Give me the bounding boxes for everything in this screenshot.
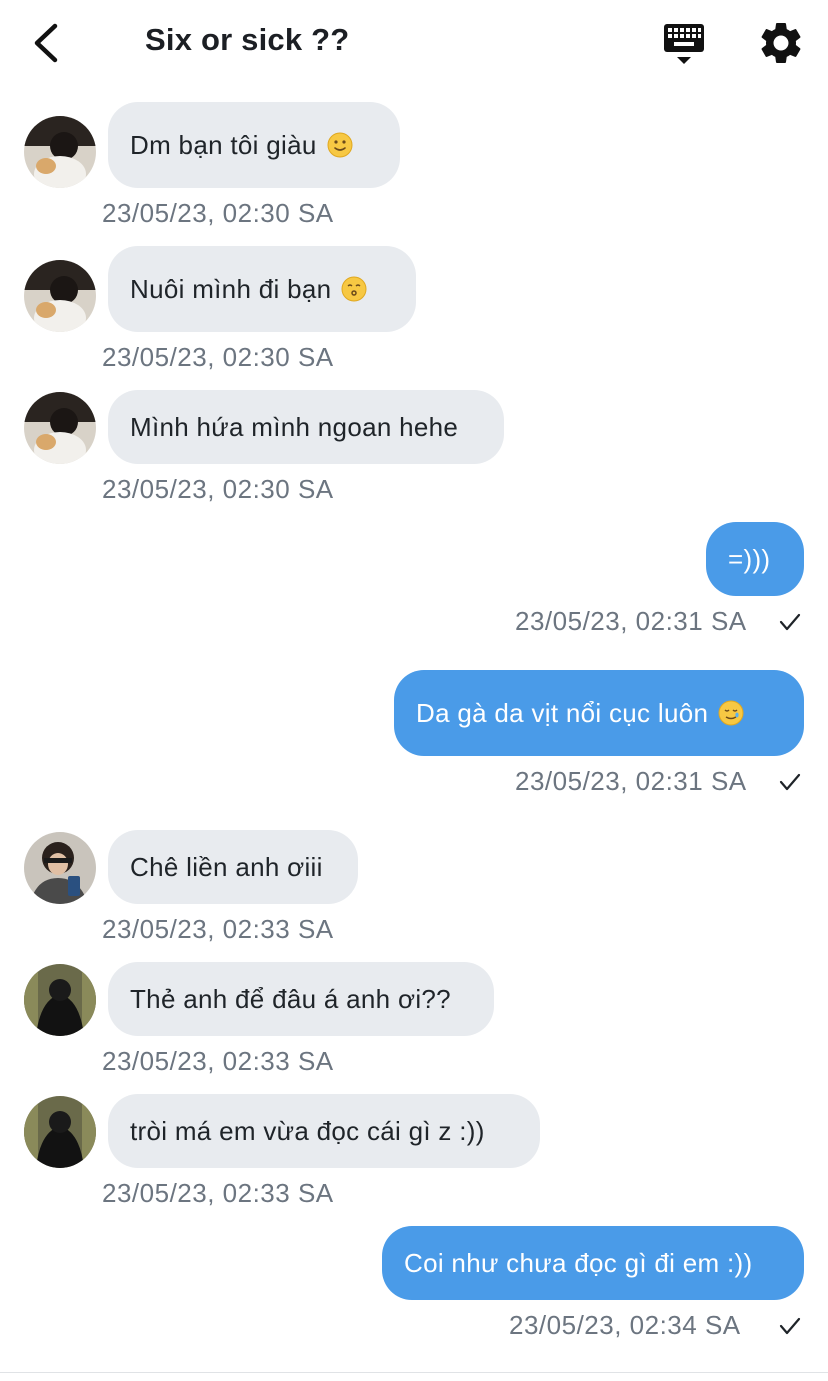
message-bubble[interactable]: =))) xyxy=(706,522,804,596)
message-timestamp: 23/05/23, 02:33 SA xyxy=(102,1046,334,1076)
message-timestamp: 23/05/23, 02:30 SA xyxy=(102,342,334,372)
message-timestamp: 23/05/23, 02:30 SA xyxy=(102,198,334,228)
message-timestamp: 23/05/23, 02:34 SA xyxy=(509,1310,741,1340)
message-text: Dm bạn tôi giàu xyxy=(130,129,317,160)
avatar[interactable] xyxy=(24,964,96,1036)
message-timestamp: 23/05/23, 02:31 SA xyxy=(515,606,747,636)
message-text: Chê liền anh ơiii xyxy=(130,851,323,882)
kissing-face-icon xyxy=(341,276,367,302)
avatar[interactable] xyxy=(24,392,96,464)
message-bubble[interactable]: Thẻ anh để đâu á anh ơi?? xyxy=(108,962,494,1036)
message-text: Nuôi mình đi bạn xyxy=(130,273,332,304)
message-bubble[interactable]: Coi như chưa đọc gì đi em :)) xyxy=(382,1226,804,1300)
settings-button[interactable] xyxy=(756,18,806,68)
chat-title: Six or sick ?? xyxy=(145,22,350,57)
message-text: Thẻ anh để đâu á anh ơi?? xyxy=(130,983,451,1014)
message-bubble[interactable]: tròi má em vừa đọc cái gì z :)) xyxy=(108,1094,540,1168)
message-text: =))) xyxy=(728,543,771,574)
divider xyxy=(0,1372,828,1373)
message-timestamp: 23/05/23, 02:30 SA xyxy=(102,474,334,504)
avatar[interactable] xyxy=(24,260,96,332)
message-bubble[interactable]: Mình hứa mình ngoan hehe xyxy=(108,390,504,464)
keyboard-icon xyxy=(664,24,704,64)
keyboard-button[interactable] xyxy=(658,20,712,68)
avatar[interactable] xyxy=(24,832,96,904)
message-timestamp: 23/05/23, 02:33 SA xyxy=(102,914,334,944)
message-bubble[interactable]: Nuôi mình đi bạn xyxy=(108,246,416,332)
message-bubble[interactable]: Chê liền anh ơiii xyxy=(108,830,358,904)
avatar[interactable] xyxy=(24,1096,96,1168)
message-timestamp: 23/05/23, 02:33 SA xyxy=(102,1178,334,1208)
chat-header: Six or sick ?? xyxy=(0,0,828,88)
message-text: tròi má em vừa đọc cái gì z :)) xyxy=(130,1115,485,1146)
back-button[interactable] xyxy=(22,18,70,68)
message-text: Mình hứa mình ngoan hehe xyxy=(130,411,459,442)
avatar[interactable] xyxy=(24,116,96,188)
message-text: Coi như chưa đọc gì đi em :)) xyxy=(404,1247,753,1278)
message-timestamp: 23/05/23, 02:31 SA xyxy=(515,766,747,796)
message-bubble[interactable]: Dm bạn tôi giàu xyxy=(108,102,400,188)
sent-check-icon xyxy=(779,773,801,791)
smiling-face-with-tear-icon xyxy=(718,700,744,726)
slightly-smiling-face-icon xyxy=(327,132,353,158)
back-arrow-icon xyxy=(34,23,58,63)
message-text: Da gà da vịt nổi cục luôn xyxy=(416,697,709,728)
message-bubble[interactable]: Da gà da vịt nổi cục luôn xyxy=(394,670,804,756)
gear-icon xyxy=(761,22,801,63)
sent-check-icon xyxy=(779,613,801,631)
sent-check-icon xyxy=(779,1317,801,1335)
